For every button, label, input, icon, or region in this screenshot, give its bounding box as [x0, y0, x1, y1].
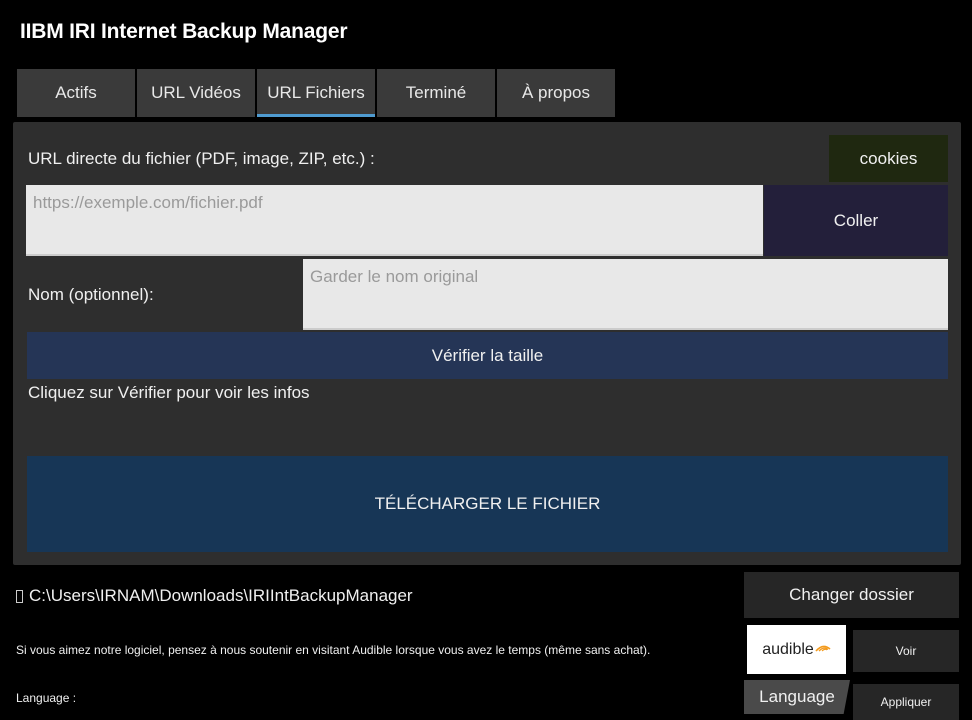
file-url-label: URL directe du fichier (PDF, image, ZIP,… — [28, 149, 375, 168]
tab-termine[interactable]: Terminé — [377, 69, 495, 117]
file-url-placeholder: https://exemple.com/fichier.pdf — [33, 193, 263, 212]
download-folder-path: C:\Users\IRNAM\Downloads\IRIIntBackupMan… — [29, 586, 413, 605]
tab-a-propos[interactable]: À propos — [497, 69, 615, 117]
apply-language-button[interactable]: Appliquer — [853, 684, 959, 720]
support-message: Si vous aimez notre logiciel, pensez à n… — [16, 643, 651, 657]
download-folder: C:\Users\IRNAM\Downloads\IRIIntBackupMan… — [16, 586, 413, 606]
file-name-label: Nom (optionnel): — [28, 285, 154, 304]
language-label: Language : — [16, 691, 77, 705]
download-file-button[interactable]: TÉLÉCHARGER LE FICHIER — [27, 456, 948, 552]
language-select[interactable]: Language — [744, 680, 850, 714]
tab-url-fichiers[interactable]: URL Fichiers — [257, 69, 375, 117]
view-audible-button[interactable]: Voir — [853, 630, 959, 672]
tab-bar: Actifs URL Vidéos URL Fichiers Terminé À… — [17, 69, 615, 117]
tab-url-videos[interactable]: URL Vidéos — [137, 69, 255, 117]
audible-logo[interactable]: audible — [747, 625, 846, 674]
audible-waves-icon — [815, 645, 831, 652]
verify-size-button[interactable]: Vérifier la taille — [27, 332, 948, 379]
folder-icon — [16, 589, 23, 603]
file-name-placeholder: Garder le nom original — [310, 267, 479, 286]
audible-logo-text: audible — [762, 640, 814, 658]
file-url-input[interactable]: https://exemple.com/fichier.pdf — [26, 185, 763, 256]
cookies-button[interactable]: cookies — [829, 135, 948, 182]
app-title: IIBM IRI Internet Backup Manager — [20, 20, 348, 43]
paste-button[interactable]: Coller — [764, 185, 948, 256]
change-folder-button[interactable]: Changer dossier — [744, 572, 959, 618]
file-name-input[interactable]: Garder le nom original — [303, 259, 948, 330]
tab-actifs[interactable]: Actifs — [17, 69, 135, 117]
file-info-text: Cliquez sur Vérifier pour voir les infos — [28, 383, 310, 402]
